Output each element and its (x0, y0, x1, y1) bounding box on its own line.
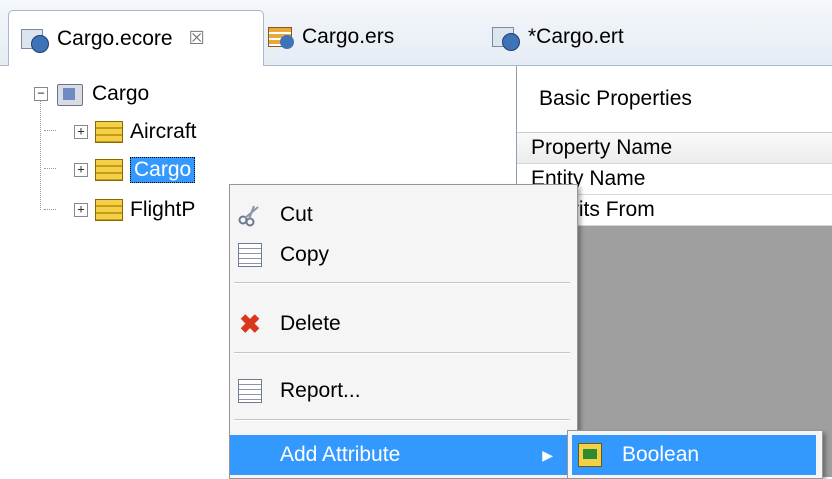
tree-node-label: FlightP (130, 198, 196, 221)
menu-item-report[interactable]: Report... (230, 371, 575, 411)
menu-separator (234, 282, 570, 284)
menu-separator (234, 352, 570, 354)
expand-icon[interactable]: + (74, 203, 88, 217)
tab-label: *Cargo.ert (528, 25, 624, 48)
tab-cargo-ert[interactable]: *Cargo.ert (480, 10, 684, 64)
tree-node-label: Cargo (92, 82, 150, 105)
menu-item-boolean[interactable]: Boolean (572, 435, 816, 475)
tree-guide-line (40, 98, 41, 210)
menu-item-label: Report... (280, 379, 361, 402)
tree-node-cargo[interactable]: + Cargo (74, 154, 196, 186)
menu-item-add-attribute[interactable]: Add Attribute ▶ (230, 435, 575, 475)
menu-item-copy[interactable]: Copy (230, 235, 575, 275)
tree-node-label: Aircraft (130, 120, 197, 143)
menu-separator (234, 419, 570, 421)
close-tab-icon[interactable]: ☒ (189, 28, 205, 49)
tree-node-root[interactable]: − Cargo (34, 78, 149, 110)
menu-item-label: Add Attribute (280, 443, 401, 466)
editor-tab-bar: Cargo.ecore ☒ Cargo.ers *Cargo.ert (0, 0, 832, 66)
context-menu: Cut Copy ✖ Delete Report... Add Attribut… (229, 184, 578, 479)
ert-file-icon (492, 25, 520, 51)
tree-node-flightp[interactable]: + FlightP (74, 194, 195, 226)
scissors-icon (238, 203, 262, 227)
expand-icon[interactable]: + (74, 163, 88, 177)
ers-file-icon (268, 25, 294, 49)
submenu-arrow-icon: ▶ (542, 446, 553, 463)
tree-node-aircraft[interactable]: + Aircraft (74, 116, 197, 148)
boolean-attribute-icon (578, 443, 602, 467)
menu-item-cut[interactable]: Cut (230, 195, 575, 235)
package-icon (55, 82, 85, 106)
expand-icon[interactable]: + (74, 125, 88, 139)
properties-section-title: Basic Properties (517, 66, 832, 133)
tab-label: Cargo.ecore (57, 26, 173, 50)
collapse-icon[interactable]: − (34, 87, 48, 101)
menu-item-delete[interactable]: ✖ Delete (230, 304, 575, 344)
entity-icon (95, 199, 123, 221)
tab-cargo-ers[interactable]: Cargo.ers (256, 10, 450, 64)
tree-guide-line (44, 168, 56, 169)
delete-icon: ✖ (239, 309, 261, 339)
menu-item-label: Copy (280, 243, 330, 266)
entity-icon (95, 159, 123, 181)
properties-column-header[interactable]: Property Name (517, 133, 832, 164)
tab-cargo-ecore[interactable]: Cargo.ecore ☒ (8, 10, 264, 66)
report-icon (238, 379, 262, 403)
ecore-file-icon (21, 27, 49, 53)
add-attribute-submenu: Boolean (567, 430, 823, 479)
menu-item-label: Delete (280, 312, 341, 335)
entity-icon (95, 121, 123, 143)
tree-node-label-selected: Cargo (130, 157, 196, 183)
copy-icon (238, 243, 262, 267)
tree-guide-line (44, 209, 56, 210)
tree-guide-line (44, 130, 56, 131)
menu-item-label: Cut (280, 203, 313, 226)
tab-label: Cargo.ers (302, 25, 395, 48)
menu-item-label: Boolean (622, 443, 700, 466)
